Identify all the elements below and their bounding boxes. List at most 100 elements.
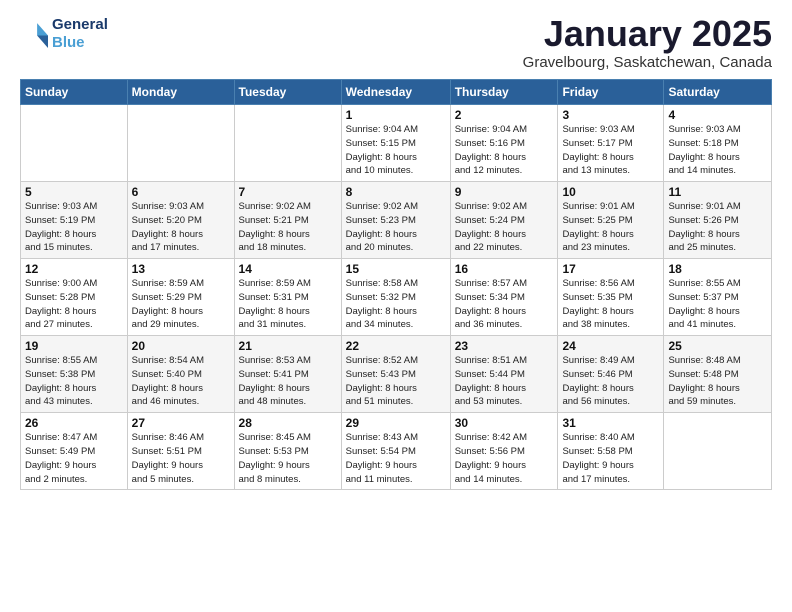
day-cell: 31Sunrise: 8:40 AM Sunset: 5:58 PM Dayli…: [558, 413, 664, 490]
weekday-header-saturday: Saturday: [664, 80, 772, 105]
week-row-1: 1Sunrise: 9:04 AM Sunset: 5:15 PM Daylig…: [21, 105, 772, 182]
day-cell: 9Sunrise: 9:02 AM Sunset: 5:24 PM Daylig…: [450, 182, 558, 259]
day-number: 3: [562, 108, 659, 122]
day-number: 29: [346, 416, 446, 430]
week-row-5: 26Sunrise: 8:47 AM Sunset: 5:49 PM Dayli…: [21, 413, 772, 490]
day-info: Sunrise: 9:04 AM Sunset: 5:15 PM Dayligh…: [346, 123, 446, 178]
day-cell: 6Sunrise: 9:03 AM Sunset: 5:20 PM Daylig…: [127, 182, 234, 259]
day-cell: 7Sunrise: 9:02 AM Sunset: 5:21 PM Daylig…: [234, 182, 341, 259]
day-info: Sunrise: 9:00 AM Sunset: 5:28 PM Dayligh…: [25, 277, 123, 332]
day-number: 22: [346, 339, 446, 353]
day-cell: 14Sunrise: 8:59 AM Sunset: 5:31 PM Dayli…: [234, 259, 341, 336]
day-cell: 27Sunrise: 8:46 AM Sunset: 5:51 PM Dayli…: [127, 413, 234, 490]
day-info: Sunrise: 9:03 AM Sunset: 5:19 PM Dayligh…: [25, 200, 123, 255]
day-info: Sunrise: 8:51 AM Sunset: 5:44 PM Dayligh…: [455, 354, 554, 409]
day-number: 20: [132, 339, 230, 353]
day-info: Sunrise: 8:45 AM Sunset: 5:53 PM Dayligh…: [239, 431, 337, 486]
day-number: 25: [668, 339, 767, 353]
day-cell: 20Sunrise: 8:54 AM Sunset: 5:40 PM Dayli…: [127, 336, 234, 413]
day-cell: 2Sunrise: 9:04 AM Sunset: 5:16 PM Daylig…: [450, 105, 558, 182]
day-number: 1: [346, 108, 446, 122]
day-number: 2: [455, 108, 554, 122]
day-number: 30: [455, 416, 554, 430]
day-cell: 5Sunrise: 9:03 AM Sunset: 5:19 PM Daylig…: [21, 182, 128, 259]
day-number: 16: [455, 262, 554, 276]
weekday-header-wednesday: Wednesday: [341, 80, 450, 105]
day-number: 7: [239, 185, 337, 199]
day-number: 12: [25, 262, 123, 276]
day-number: 15: [346, 262, 446, 276]
day-cell: 19Sunrise: 8:55 AM Sunset: 5:38 PM Dayli…: [21, 336, 128, 413]
day-number: 28: [239, 416, 337, 430]
day-info: Sunrise: 9:03 AM Sunset: 5:17 PM Dayligh…: [562, 123, 659, 178]
day-cell: 24Sunrise: 8:49 AM Sunset: 5:46 PM Dayli…: [558, 336, 664, 413]
week-row-4: 19Sunrise: 8:55 AM Sunset: 5:38 PM Dayli…: [21, 336, 772, 413]
weekday-header-monday: Monday: [127, 80, 234, 105]
day-cell: 25Sunrise: 8:48 AM Sunset: 5:48 PM Dayli…: [664, 336, 772, 413]
day-info: Sunrise: 8:58 AM Sunset: 5:32 PM Dayligh…: [346, 277, 446, 332]
day-info: Sunrise: 8:57 AM Sunset: 5:34 PM Dayligh…: [455, 277, 554, 332]
day-cell: 15Sunrise: 8:58 AM Sunset: 5:32 PM Dayli…: [341, 259, 450, 336]
day-number: 17: [562, 262, 659, 276]
header: General Blue January 2025 Gravelbourg, S…: [20, 16, 772, 71]
day-cell: 1Sunrise: 9:04 AM Sunset: 5:15 PM Daylig…: [341, 105, 450, 182]
week-row-3: 12Sunrise: 9:00 AM Sunset: 5:28 PM Dayli…: [21, 259, 772, 336]
day-cell: 23Sunrise: 8:51 AM Sunset: 5:44 PM Dayli…: [450, 336, 558, 413]
day-cell: 11Sunrise: 9:01 AM Sunset: 5:26 PM Dayli…: [664, 182, 772, 259]
weekday-header-friday: Friday: [558, 80, 664, 105]
day-number: 6: [132, 185, 230, 199]
day-number: 18: [668, 262, 767, 276]
day-cell: [234, 105, 341, 182]
week-row-2: 5Sunrise: 9:03 AM Sunset: 5:19 PM Daylig…: [21, 182, 772, 259]
day-cell: 4Sunrise: 9:03 AM Sunset: 5:18 PM Daylig…: [664, 105, 772, 182]
day-info: Sunrise: 9:03 AM Sunset: 5:18 PM Dayligh…: [668, 123, 767, 178]
logo: General Blue: [20, 16, 108, 52]
day-cell: 21Sunrise: 8:53 AM Sunset: 5:41 PM Dayli…: [234, 336, 341, 413]
day-cell: [664, 413, 772, 490]
day-number: 26: [25, 416, 123, 430]
day-info: Sunrise: 8:55 AM Sunset: 5:37 PM Dayligh…: [668, 277, 767, 332]
weekday-header-sunday: Sunday: [21, 80, 128, 105]
day-number: 5: [25, 185, 123, 199]
day-number: 14: [239, 262, 337, 276]
weekday-header-row: SundayMondayTuesdayWednesdayThursdayFrid…: [21, 80, 772, 105]
day-cell: 16Sunrise: 8:57 AM Sunset: 5:34 PM Dayli…: [450, 259, 558, 336]
day-info: Sunrise: 8:52 AM Sunset: 5:43 PM Dayligh…: [346, 354, 446, 409]
day-cell: 18Sunrise: 8:55 AM Sunset: 5:37 PM Dayli…: [664, 259, 772, 336]
day-number: 27: [132, 416, 230, 430]
day-number: 4: [668, 108, 767, 122]
calendar: SundayMondayTuesdayWednesdayThursdayFrid…: [20, 79, 772, 490]
weekday-header-thursday: Thursday: [450, 80, 558, 105]
day-info: Sunrise: 9:02 AM Sunset: 5:21 PM Dayligh…: [239, 200, 337, 255]
day-info: Sunrise: 9:03 AM Sunset: 5:20 PM Dayligh…: [132, 200, 230, 255]
day-info: Sunrise: 8:49 AM Sunset: 5:46 PM Dayligh…: [562, 354, 659, 409]
day-info: Sunrise: 8:42 AM Sunset: 5:56 PM Dayligh…: [455, 431, 554, 486]
day-info: Sunrise: 9:02 AM Sunset: 5:23 PM Dayligh…: [346, 200, 446, 255]
day-number: 23: [455, 339, 554, 353]
day-cell: 10Sunrise: 9:01 AM Sunset: 5:25 PM Dayli…: [558, 182, 664, 259]
month-title: January 2025: [523, 16, 772, 52]
day-number: 9: [455, 185, 554, 199]
day-info: Sunrise: 9:01 AM Sunset: 5:25 PM Dayligh…: [562, 200, 659, 255]
day-cell: 8Sunrise: 9:02 AM Sunset: 5:23 PM Daylig…: [341, 182, 450, 259]
day-number: 8: [346, 185, 446, 199]
day-info: Sunrise: 8:59 AM Sunset: 5:29 PM Dayligh…: [132, 277, 230, 332]
day-cell: 12Sunrise: 9:00 AM Sunset: 5:28 PM Dayli…: [21, 259, 128, 336]
day-number: 13: [132, 262, 230, 276]
day-info: Sunrise: 8:40 AM Sunset: 5:58 PM Dayligh…: [562, 431, 659, 486]
day-cell: 22Sunrise: 8:52 AM Sunset: 5:43 PM Dayli…: [341, 336, 450, 413]
day-info: Sunrise: 8:43 AM Sunset: 5:54 PM Dayligh…: [346, 431, 446, 486]
location: Gravelbourg, Saskatchewan, Canada: [523, 54, 772, 71]
title-block: January 2025 Gravelbourg, Saskatchewan, …: [523, 16, 772, 71]
logo-line1: General: [52, 16, 108, 34]
day-info: Sunrise: 8:48 AM Sunset: 5:48 PM Dayligh…: [668, 354, 767, 409]
day-number: 31: [562, 416, 659, 430]
day-number: 19: [25, 339, 123, 353]
day-info: Sunrise: 8:56 AM Sunset: 5:35 PM Dayligh…: [562, 277, 659, 332]
logo-line2: Blue: [52, 34, 108, 52]
day-cell: 28Sunrise: 8:45 AM Sunset: 5:53 PM Dayli…: [234, 413, 341, 490]
day-number: 24: [562, 339, 659, 353]
logo-icon: [20, 20, 48, 48]
day-info: Sunrise: 9:02 AM Sunset: 5:24 PM Dayligh…: [455, 200, 554, 255]
page: General Blue January 2025 Gravelbourg, S…: [0, 0, 792, 612]
